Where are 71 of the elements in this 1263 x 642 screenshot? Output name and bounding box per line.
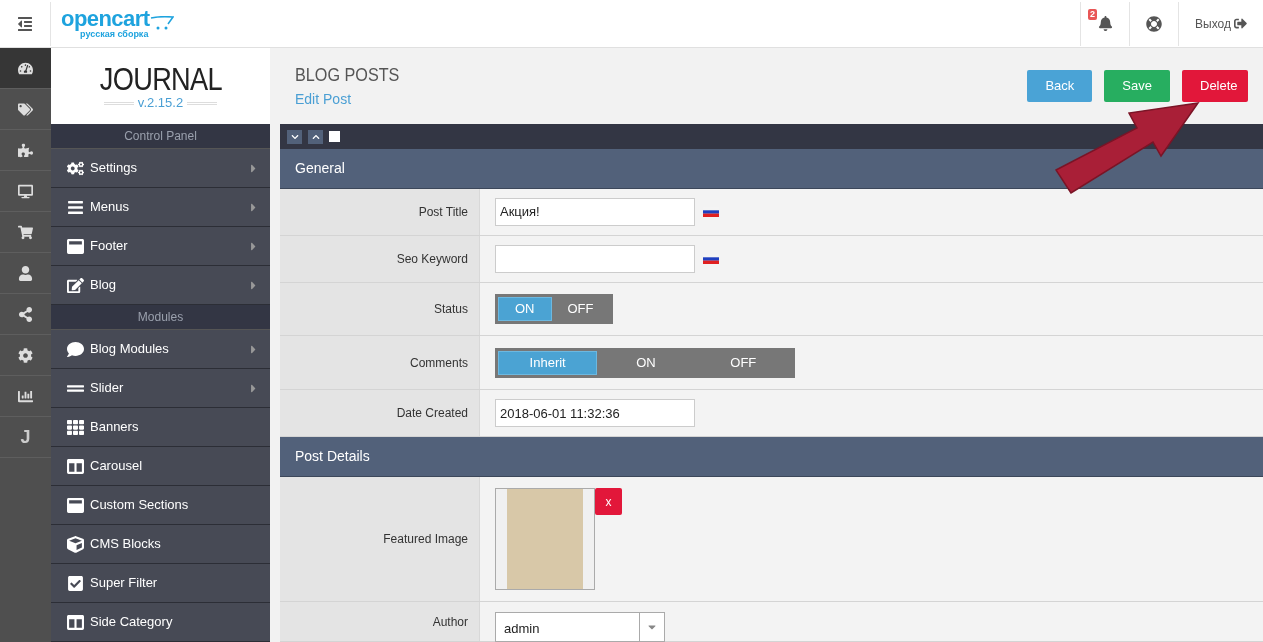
logout-icon: [1234, 17, 1247, 30]
section-header: Post Details: [280, 437, 1263, 477]
edit-icon: [66, 276, 84, 294]
field-label: Post Title: [418, 203, 468, 221]
sidebar-item-label: Settings: [90, 159, 138, 178]
cube-icon: [66, 535, 84, 553]
select-all-checkbox[interactable]: [329, 131, 340, 142]
delete-button[interactable]: Delete: [1182, 70, 1248, 102]
speech-bubble-icon: [66, 340, 84, 358]
tags-icon: [18, 101, 33, 117]
bell-icon[interactable]: [1097, 16, 1113, 31]
sidebar-item-label: Blog: [90, 276, 118, 295]
desktop-icon: [18, 183, 33, 199]
help-icon[interactable]: [1146, 15, 1163, 32]
cog-icon: [18, 347, 33, 363]
toggle-option[interactable]: OFF: [694, 350, 792, 375]
text-field[interactable]: 2018-06-01 11:32:36: [495, 399, 695, 428]
grid-icon: [66, 418, 84, 436]
section-header: General: [280, 149, 1263, 189]
select-field[interactable]: admin: [495, 611, 665, 642]
sidebar-item-label: Carousel: [90, 457, 144, 476]
logo-text: opencart: [61, 8, 150, 30]
collapse-button[interactable]: [287, 129, 302, 144]
sidebar-item-label: Footer: [90, 237, 129, 256]
logout-button[interactable]: Выход: [1178, 1, 1263, 46]
field-label: Date Created: [396, 405, 468, 423]
chart-icon: [18, 388, 33, 404]
brand-name: JOURNAL: [99, 62, 222, 96]
remove-image-button[interactable]: x: [595, 488, 622, 515]
page-title: BLOG POSTS: [295, 64, 400, 87]
carousel-icon: [66, 457, 84, 475]
menu-icon[interactable]: [17, 15, 33, 32]
text-field[interactable]: [495, 244, 695, 273]
page-subtitle: Edit Post: [295, 90, 353, 109]
checkbox-icon: [66, 574, 84, 592]
menu-icon: [66, 198, 84, 216]
brand-version: v.2.15.2: [137, 96, 184, 110]
sidebar-item-label: Slider: [90, 379, 125, 398]
field-label: Status: [433, 301, 468, 319]
sidebar-section-header: Control Panel: [51, 124, 270, 149]
toggle-option[interactable]: ON: [597, 350, 695, 375]
field-label: Featured Image: [383, 531, 468, 548]
gears-icon: [66, 159, 84, 177]
logo-subtitle: русская сборка: [80, 30, 149, 39]
cart-logo-icon: [149, 16, 174, 30]
sidebar-section-header: Modules: [51, 305, 270, 330]
dashboard-rail-item[interactable]: [0, 48, 51, 89]
user-icon: [18, 265, 33, 281]
sections-icon: [66, 496, 84, 514]
chevron-up-icon: [311, 132, 320, 141]
chevron-down-icon: [290, 132, 299, 141]
sidebar-item-label: CMS Blocks: [90, 535, 162, 554]
puzzle-icon: [18, 142, 33, 158]
footer-icon: [66, 237, 84, 255]
field-label: Author: [432, 613, 468, 631]
expand-button[interactable]: [308, 129, 323, 144]
toggle-option[interactable]: OFF: [551, 297, 610, 322]
sidebar-item-label: Banners: [90, 418, 140, 437]
text-field[interactable]: Акция!: [495, 197, 695, 226]
field-label: Seo Keyword: [396, 250, 468, 268]
sidebar-item-label: Menus: [90, 198, 131, 217]
dashboard-icon: [18, 60, 33, 76]
share-icon: [18, 306, 33, 322]
cart-icon: [18, 224, 33, 240]
sidebar-item-label: Custom Sections: [90, 496, 190, 515]
sidebar-item-label: Super Filter: [90, 574, 159, 593]
field-label: Comments: [410, 354, 468, 372]
sidebar-item-label: Blog Modules: [90, 340, 170, 359]
notification-badge: 2: [1088, 8, 1098, 20]
column-icon: [66, 613, 84, 631]
sidebar-item-label: Side Category: [90, 613, 174, 632]
